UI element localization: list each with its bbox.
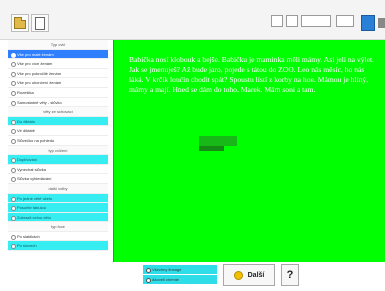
sidebar-section-header: Typ cvič bbox=[8, 40, 108, 50]
more-icon[interactable] bbox=[378, 18, 385, 28]
setting-b[interactable] bbox=[286, 13, 298, 27]
sidebar-option[interactable]: Po slovech bbox=[8, 241, 108, 252]
setting-d[interactable] bbox=[336, 13, 354, 27]
setting-c[interactable] bbox=[301, 13, 331, 27]
sidebar-option[interactable]: Po jedné větě účelu bbox=[8, 193, 108, 204]
new-button[interactable] bbox=[31, 14, 49, 32]
sidebar-option[interactable]: Vše pro malé ženám bbox=[8, 49, 108, 60]
sidebar-option[interactable]: Po slabikách bbox=[8, 232, 108, 242]
bottom-bar: Všechny lineage Akoveli chemie Další ? bbox=[113, 262, 385, 291]
sidebar-option[interactable]: Vé diktátě bbox=[8, 126, 108, 136]
sidebar-option[interactable]: Doplňování bbox=[8, 155, 108, 165]
sidebar-section-header: typ fcce bbox=[8, 222, 108, 232]
bottom-option-1[interactable]: Všechny lineage bbox=[143, 265, 217, 274]
new-document-icon bbox=[35, 16, 45, 30]
cursor-highlight bbox=[199, 146, 224, 151]
next-button-label: Další bbox=[247, 271, 265, 279]
setting-d-field[interactable] bbox=[336, 15, 354, 27]
sidebar-option[interactable]: Slůvka vyhledávání bbox=[8, 174, 108, 184]
sidebar-section-header: typ cvičení bbox=[8, 145, 108, 156]
word-highlight bbox=[199, 136, 237, 146]
sidebar-option[interactable]: Vše pro pokročilé ženám bbox=[8, 69, 108, 79]
setting-a-field[interactable] bbox=[271, 15, 283, 27]
sidebar-option[interactable]: Posuňte tabulou bbox=[8, 203, 108, 213]
folder-icon bbox=[14, 16, 26, 29]
options-sidebar: Typ cvič Vše pro malé ženám Vše pro více ž… bbox=[8, 40, 108, 291]
help-button[interactable]: ? bbox=[281, 264, 299, 286]
sidebar-option[interactable]: Vše pro ukončení ženám bbox=[8, 78, 108, 88]
app-window: Typ cvič Vše pro malé ženám Vše pro více ž… bbox=[0, 0, 385, 291]
open-button[interactable] bbox=[11, 14, 29, 32]
setting-a[interactable] bbox=[271, 13, 283, 27]
exercise-panel: Babička nosí klobouk a bejše. Babičku je… bbox=[113, 40, 385, 262]
sidebar-option[interactable]: Samostatně věty - slůvko bbox=[8, 98, 108, 108]
bottom-options: Všechny lineage Akoveli chemie bbox=[143, 265, 217, 284]
sidebar-option[interactable]: Vynechat slůvka bbox=[8, 165, 108, 175]
sidebar-option[interactable]: Vše pro více ženám bbox=[8, 59, 108, 69]
story-text: Babička nosí klobouk a bejše. Babičku je… bbox=[129, 55, 374, 94]
sidebar-option[interactable]: Slůvečko na pohledu bbox=[8, 136, 108, 146]
smiley-icon bbox=[233, 270, 243, 280]
sidebar-section-header: další volby bbox=[8, 183, 108, 194]
next-button[interactable]: Další bbox=[223, 264, 275, 286]
toolbar bbox=[0, 0, 385, 40]
setting-b-field[interactable] bbox=[286, 15, 298, 27]
bottom-option-2[interactable]: Akoveli chemie bbox=[143, 275, 217, 284]
sidebar-section-header: věty ze schovací bbox=[8, 107, 108, 117]
setting-c-field[interactable] bbox=[301, 15, 331, 27]
print-icon[interactable] bbox=[361, 15, 375, 31]
sidebar-option[interactable]: Zobrazit celou větu bbox=[8, 212, 108, 223]
sidebar-option[interactable]: Rozeštka bbox=[8, 88, 108, 98]
sidebar-option[interactable]: Do diktátu bbox=[8, 116, 108, 127]
